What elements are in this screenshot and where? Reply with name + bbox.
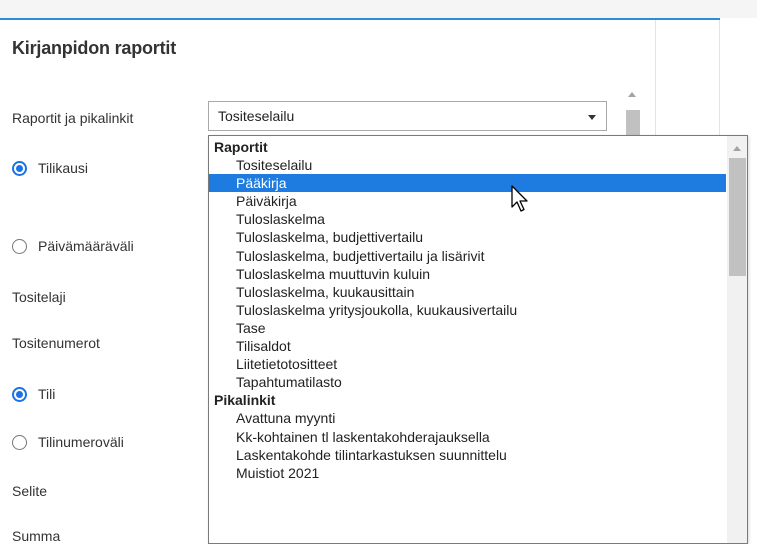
mouse-pointer-icon (511, 185, 528, 212)
dropdown-option[interactable]: Kk-kohtainen tl laskentakohderajauksella (209, 428, 726, 446)
radio-paivamaaravali-label: Päivämääräväli (38, 238, 134, 254)
radio-tili[interactable]: Tili (12, 386, 55, 402)
radio-tilinumerovali-indicator[interactable] (12, 434, 27, 450)
dropdown-option[interactable]: Laskentakohde tilintarkastuksen suunnitt… (209, 446, 726, 464)
dropdown-option[interactable]: Tilisaldot (209, 337, 726, 355)
dropdown-option[interactable]: Päiväkirja (209, 192, 726, 210)
report-select-label: Raportit ja pikalinkit (12, 110, 134, 126)
dropdown-option[interactable]: Tuloslaskelma muuttuvin kuluin (209, 265, 726, 283)
dropdown-option[interactable]: Pääkirja (209, 174, 726, 193)
selite-label: Selite (12, 483, 48, 499)
dropdown-option[interactable]: Tuloslaskelma yritysjoukolla, kuukausive… (209, 301, 726, 319)
dropdown-option[interactable]: Tositeselailu (209, 156, 726, 174)
chevron-down-icon (588, 115, 596, 120)
dropdown-option[interactable]: Tuloslaskelma, budjettivertailu ja lisär… (209, 247, 726, 265)
radio-tilinumerovali[interactable]: Tilinumeroväli (12, 434, 124, 450)
radio-tilikausi-indicator[interactable] (12, 160, 27, 176)
dropdown-option[interactable]: Tase (209, 319, 726, 337)
radio-tilikausi[interactable]: Tilikausi (12, 160, 88, 176)
dropdown-option[interactable]: Tuloslaskelma, budjettivertailu (209, 228, 726, 246)
radio-tilikausi-label: Tilikausi (38, 160, 89, 176)
radio-tili-indicator[interactable] (12, 386, 27, 402)
report-dropdown-list[interactable]: Raportit Tositeselailu Pääkirja Päiväkirja T… (208, 135, 748, 544)
top-strip (0, 0, 757, 18)
dropdown-option[interactable]: Tapahtumatilasto (209, 373, 726, 391)
page-title: Kirjanpidon raportit (12, 38, 176, 58)
page-scrollbar[interactable] (624, 88, 641, 138)
dropdown-group-label: Raportit (214, 139, 268, 155)
radio-paivamaaravali[interactable]: Päivämääräväli (12, 238, 134, 254)
dropdown-scrollbar[interactable] (727, 136, 747, 543)
radio-tili-label: Tili (38, 386, 56, 402)
tositenumerot-label: Tositenumerot (12, 335, 100, 351)
scroll-up-icon[interactable] (733, 146, 741, 151)
summa-label: Summa (12, 528, 61, 544)
tositelaji-label: Tositelaji (12, 289, 66, 305)
scroll-up-icon[interactable] (628, 92, 636, 97)
dropdown-option[interactable]: Tuloslaskelma (209, 210, 726, 228)
dropdown-option[interactable]: Avattuna myynti (209, 409, 726, 427)
radio-paivamaaravali-indicator[interactable] (12, 238, 27, 254)
dropdown-option[interactable]: Tuloslaskelma, kuukausittain (209, 283, 726, 301)
radio-tilinumerovali-label: Tilinumeroväli (38, 434, 124, 450)
dropdown-scroll-thumb[interactable] (729, 158, 746, 276)
dropdown-option[interactable]: Muistiot 2021 (209, 464, 726, 482)
page-scroll-thumb[interactable] (626, 110, 640, 138)
report-select-value: Tositeselailu (218, 108, 295, 124)
dropdown-option[interactable]: Liitetietotositteet (209, 355, 726, 373)
dropdown-group-label: Pikalinkit (214, 392, 276, 409)
report-select[interactable]: Tositeselailu (208, 101, 607, 131)
dropdown-options: Raportit Tositeselailu Pääkirja Päiväkirja T… (209, 138, 726, 482)
